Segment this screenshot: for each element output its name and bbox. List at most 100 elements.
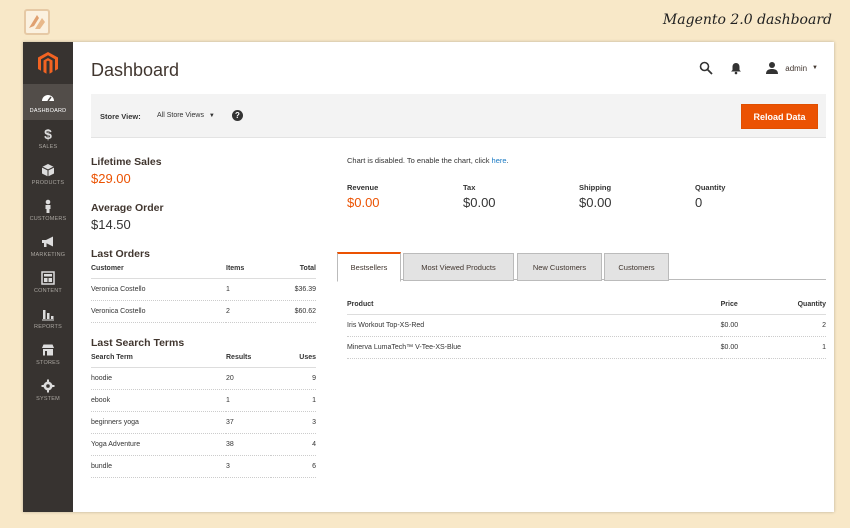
dashboard-left-column: Lifetime Sales $29.00 Average Order $14.… [91, 156, 316, 478]
tab-most-viewed-products[interactable]: Most Viewed Products [403, 253, 514, 281]
user-menu[interactable]: admin ▼ [764, 60, 818, 76]
chart-disabled-message: Chart is disabled. To enable the chart, … [337, 156, 826, 165]
user-name: admin [785, 63, 808, 73]
total-revenue: Revenue $0.00 [347, 183, 463, 210]
sidebar-item-label: STORES [36, 359, 60, 366]
total-tax: Tax $0.00 [463, 183, 579, 210]
table-cell: 9 [271, 367, 316, 390]
sidebar-item-reports[interactable]: REPORTS [23, 300, 73, 336]
table-cell: $36.39 [271, 278, 316, 301]
table-cell: 1 [226, 389, 271, 412]
table-row[interactable]: Veronica Costello 2 $60.62 [91, 300, 316, 323]
sidebar-item-label: CUSTOMERS [29, 215, 67, 222]
table-cell: bundle [91, 455, 226, 478]
sidebar-item-label: DASHBOARD [29, 107, 67, 114]
layout-icon [41, 270, 55, 285]
enable-chart-link[interactable]: here [492, 156, 507, 165]
table-cell: 38 [226, 433, 271, 456]
store-view-select[interactable]: All Store Views ▼ [157, 112, 215, 119]
sidebar-item-label: PRODUCTS [31, 179, 65, 186]
table-cell: 1 [226, 278, 271, 301]
sidebar-item-system[interactable]: SYSTEM [23, 372, 73, 408]
store-icon [41, 343, 55, 357]
gear-icon [41, 379, 55, 393]
tab-bestsellers[interactable]: Bestsellers [337, 252, 401, 282]
tab-customers[interactable]: Customers [604, 253, 669, 281]
table-row[interactable]: Yoga Adventure 38 4 [91, 433, 316, 456]
table-cell: 3 [271, 411, 316, 434]
total-label: Revenue [347, 183, 379, 192]
total-value: $0.00 [579, 195, 612, 210]
column-header: Search Term [91, 349, 226, 368]
total-value: 0 [695, 195, 703, 210]
megaphone-icon [41, 235, 55, 249]
site-logo [24, 9, 50, 35]
table-cell: 2 [226, 300, 271, 323]
column-header: Results [226, 349, 271, 368]
column-header: Total [271, 260, 316, 279]
total-label: Quantity [695, 183, 726, 192]
lifetime-sales: Lifetime Sales $29.00 [91, 156, 316, 186]
search-icon[interactable] [698, 60, 714, 76]
total-shipping: Shipping $0.00 [579, 183, 695, 210]
column-header: Customer [91, 260, 226, 279]
sidebar-item-dashboard[interactable]: DASHBOARD [23, 84, 73, 120]
column-header: Uses [271, 349, 316, 368]
table-row[interactable]: beginners yoga 37 3 [91, 411, 316, 434]
bell-icon[interactable] [728, 60, 744, 76]
table-cell: 37 [226, 411, 271, 434]
dashboard-icon [41, 91, 55, 105]
store-view-label: Store View: [100, 112, 141, 121]
table-header-row: Product Price Quantity [347, 296, 826, 315]
sidebar-item-customers[interactable]: CUSTOMERS [23, 192, 73, 228]
total-value: $0.00 [463, 195, 496, 210]
column-header: Product [347, 296, 721, 315]
lifetime-sales-value: $29.00 [91, 171, 131, 186]
table-cell: $0.00 [720, 314, 769, 337]
table-cell: Veronica Costello [91, 278, 226, 301]
last-search-table: Search Term Results Uses hoodie 20 9 ebo… [91, 349, 316, 478]
magento-logo-icon[interactable] [23, 42, 73, 84]
table-row[interactable]: bundle 3 6 [91, 455, 316, 478]
table-cell: Minerva LumaTech™ V-Tee-XS-Blue [347, 336, 721, 359]
last-orders: Last Orders Customer Items Total Veronic… [91, 248, 316, 323]
dashboard-tabs: Bestsellers Most Viewed Products New Cus… [337, 252, 826, 282]
dashboard-right-column: Chart is disabled. To enable the chart, … [337, 156, 826, 359]
reload-data-button[interactable]: Reload Data [741, 104, 818, 129]
total-label: Tax [463, 183, 476, 192]
table-row[interactable]: ebook 1 1 [91, 389, 316, 412]
page-caption: Magento 2.0 dashboard [662, 12, 832, 28]
store-view-bar: Store View: All Store Views ▼ ? Reload D… [91, 94, 826, 138]
table-row[interactable]: hoodie 20 9 [91, 367, 316, 390]
chart-message-text: Chart is disabled. To enable the chart, … [347, 156, 492, 165]
lifetime-sales-label: Lifetime Sales [91, 156, 162, 168]
sidebar-item-marketing[interactable]: MARKETING [23, 228, 73, 264]
average-order-label: Average Order [91, 202, 164, 214]
column-header: Items [226, 260, 271, 279]
sidebar-item-label: REPORTS [34, 323, 62, 330]
chart-message-end: . [506, 156, 509, 165]
last-search-terms: Last Search Terms Search Term Results Us… [91, 337, 316, 478]
table-row[interactable]: Veronica Costello 1 $36.39 [91, 278, 316, 301]
sidebar-item-sales[interactable]: $ SALES [23, 120, 73, 156]
last-orders-title: Last Orders [91, 248, 150, 260]
column-header: Price [720, 296, 769, 315]
sidebar-item-products[interactable]: PRODUCTS [23, 156, 73, 192]
table-cell: Iris Workout Top-XS-Red [347, 314, 721, 337]
table-row[interactable]: Minerva LumaTech™ V-Tee-XS-Blue $0.00 1 [347, 336, 826, 359]
user-icon [764, 60, 780, 76]
table-cell: $0.00 [720, 336, 769, 359]
table-header-row: Search Term Results Uses [91, 349, 316, 368]
table-header-row: Customer Items Total [91, 260, 316, 279]
table-cell: 1 [271, 389, 316, 412]
header-actions: admin ▼ [698, 60, 818, 76]
help-icon[interactable]: ? [232, 110, 243, 121]
table-cell: $60.62 [271, 300, 316, 323]
table-cell: 2 [768, 314, 826, 337]
table-row[interactable]: Iris Workout Top-XS-Red $0.00 2 [347, 314, 826, 337]
total-value: $0.00 [347, 195, 380, 210]
tab-new-customers[interactable]: New Customers [517, 253, 602, 281]
sidebar-item-stores[interactable]: STORES [23, 336, 73, 372]
sidebar-item-content[interactable]: CONTENT [23, 264, 73, 300]
last-search-title: Last Search Terms [91, 337, 185, 349]
